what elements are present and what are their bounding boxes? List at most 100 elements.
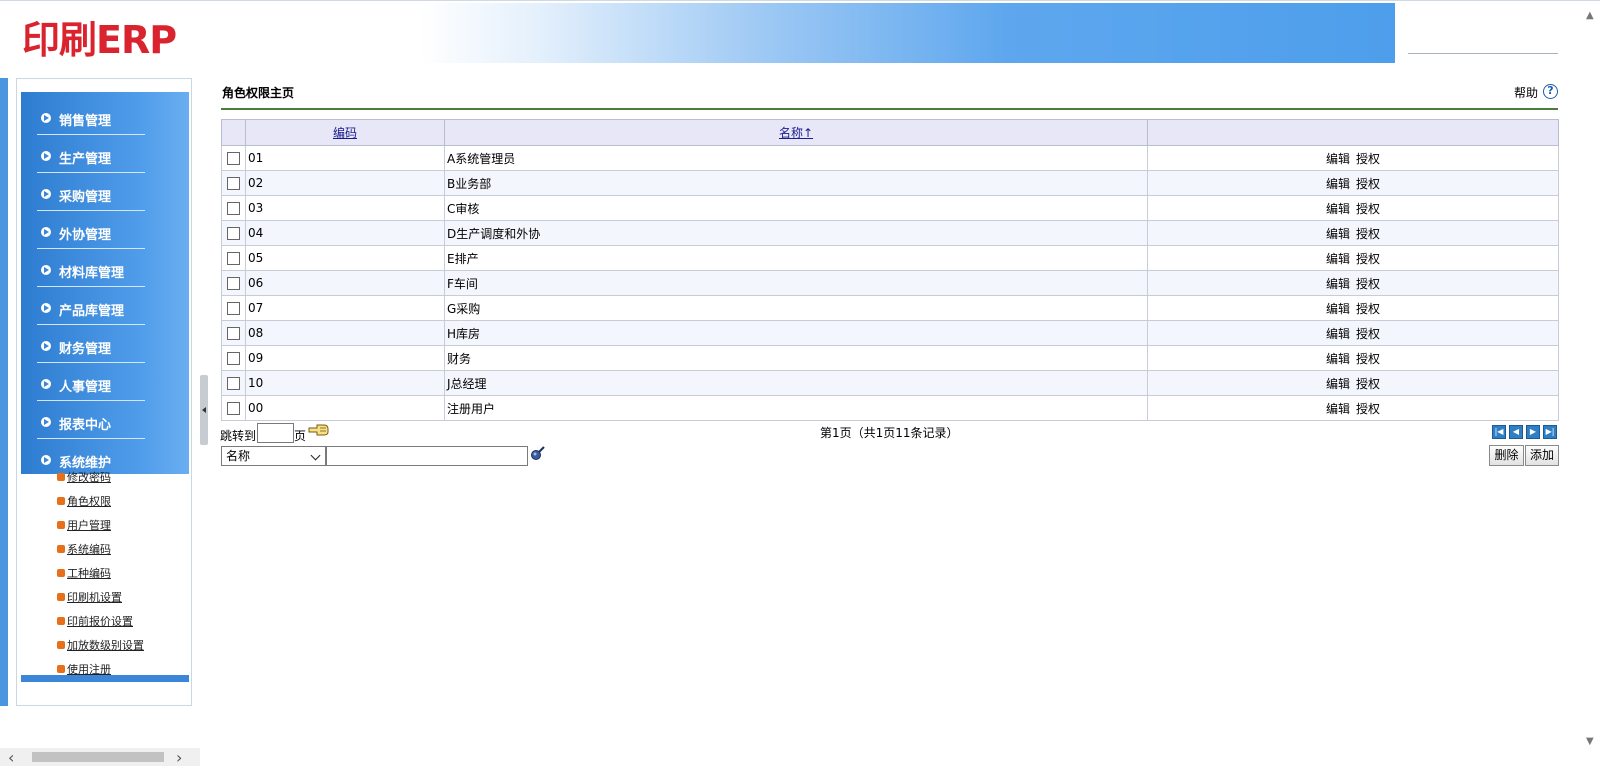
menu-item-label: 材料库管理 (59, 266, 125, 281)
app-header: 印刷ERP (0, 0, 1600, 64)
row-actions: 编辑 授权 (1147, 345, 1559, 371)
row-checkbox[interactable] (227, 352, 240, 365)
grant-link[interactable]: 授权 (1356, 277, 1380, 291)
row-checkbox[interactable] (227, 327, 240, 340)
sidebar-collapse-handle[interactable] (200, 375, 208, 445)
edit-link[interactable]: 编辑 (1326, 302, 1350, 316)
submenu-overage-level-settings[interactable]: 加放数级别设置 (57, 637, 144, 653)
search-icon[interactable] (530, 446, 546, 462)
edit-link[interactable]: 编辑 (1326, 402, 1350, 416)
scroll-left-icon[interactable]: ‹ (8, 748, 14, 766)
vertical-scrollbar[interactable]: ▲ ▼ (1582, 0, 1600, 766)
add-button[interactable]: 添加 (1525, 445, 1559, 466)
sidebar-panel: 销售管理 生产管理 采购管理 外协管理 材料库管理 产品库管理 财务管理 人事管… (16, 78, 192, 706)
grant-link[interactable]: 授权 (1356, 177, 1380, 191)
submenu-job-codes[interactable]: 工种编码 (57, 565, 111, 581)
help-link[interactable]: 帮助 (1514, 84, 1538, 101)
grant-link[interactable]: 授权 (1356, 302, 1380, 316)
row-name: H库房 (444, 320, 1148, 346)
help-icon[interactable]: ? (1543, 84, 1558, 99)
row-checkbox[interactable] (227, 152, 240, 165)
submenu-prepress-quote-settings[interactable]: 印前报价设置 (57, 613, 133, 629)
row-checkbox-cell (221, 170, 246, 196)
menu-item-production[interactable]: 生产管理 (37, 138, 145, 176)
table-row: 06 F车间 编辑 授权 (221, 270, 1559, 296)
row-checkbox[interactable] (227, 402, 240, 415)
arrow-bullet-icon (41, 341, 51, 351)
row-checkbox-cell (221, 345, 246, 371)
scroll-up-icon[interactable]: ▲ (1586, 10, 1594, 21)
edit-link[interactable]: 编辑 (1326, 177, 1350, 191)
header-name[interactable]: 名称↑ (444, 119, 1148, 146)
edit-link[interactable]: 编辑 (1326, 327, 1350, 341)
last-page-icon[interactable]: ▶| (1543, 425, 1557, 439)
menu-item-hr[interactable]: 人事管理 (37, 366, 145, 404)
row-name: G采购 (444, 295, 1148, 321)
row-actions: 编辑 授权 (1147, 195, 1559, 221)
header-divider (1408, 53, 1558, 54)
menu-item-label: 报表中心 (59, 418, 112, 433)
first-page-icon[interactable]: |◀ (1492, 425, 1506, 439)
prev-page-icon[interactable]: ◀ (1509, 425, 1523, 439)
next-page-icon[interactable]: ▶ (1526, 425, 1540, 439)
menu-item-sales[interactable]: 销售管理 (37, 100, 145, 138)
edit-link[interactable]: 编辑 (1326, 202, 1350, 216)
grant-link[interactable]: 授权 (1356, 352, 1380, 366)
edit-link[interactable]: 编辑 (1326, 152, 1350, 166)
row-actions: 编辑 授权 (1147, 295, 1559, 321)
grant-link[interactable]: 授权 (1356, 202, 1380, 216)
menu-item-label: 生产管理 (59, 152, 112, 167)
search-input[interactable] (326, 446, 528, 466)
edit-link[interactable]: 编辑 (1326, 352, 1350, 366)
header-code[interactable]: 编码 (245, 119, 445, 146)
submenu-role-permission[interactable]: 角色权限 (57, 493, 111, 509)
row-checkbox[interactable] (227, 177, 240, 190)
submenu-system-codes[interactable]: 系统编码 (57, 541, 111, 557)
scroll-right-icon[interactable]: › (176, 748, 182, 766)
row-checkbox[interactable] (227, 252, 240, 265)
menu-item-material-stock[interactable]: 材料库管理 (37, 252, 145, 290)
grant-link[interactable]: 授权 (1356, 252, 1380, 266)
edit-link[interactable]: 编辑 (1326, 227, 1350, 241)
sort-by-code-link[interactable]: 编码 (333, 126, 357, 140)
table-row: 02 B业务部 编辑 授权 (221, 170, 1559, 196)
menu-item-product-stock[interactable]: 产品库管理 (37, 290, 145, 328)
row-checkbox[interactable] (227, 277, 240, 290)
sort-by-name-link[interactable]: 名称↑ (779, 126, 813, 140)
row-name: E排产 (444, 245, 1148, 271)
edit-link[interactable]: 编辑 (1326, 377, 1350, 391)
scroll-down-icon[interactable]: ▼ (1586, 736, 1594, 747)
bullet-icon (57, 641, 65, 649)
grant-link[interactable]: 授权 (1356, 402, 1380, 416)
row-checkbox-cell (221, 270, 246, 296)
title-divider (221, 108, 1558, 110)
row-checkbox[interactable] (227, 302, 240, 315)
submenu-change-password[interactable]: 修改密码 (57, 469, 111, 485)
grant-link[interactable]: 授权 (1356, 327, 1380, 341)
menu-item-reports[interactable]: 报表中心 (37, 404, 145, 442)
submenu-user-management[interactable]: 用户管理 (57, 517, 111, 533)
grant-link[interactable]: 授权 (1356, 152, 1380, 166)
menu-item-purchasing[interactable]: 采购管理 (37, 176, 145, 214)
delete-button[interactable]: 删除 (1489, 445, 1524, 466)
edit-link[interactable]: 编辑 (1326, 277, 1350, 291)
row-checkbox-cell (221, 220, 246, 246)
edit-link[interactable]: 编辑 (1326, 252, 1350, 266)
arrow-bullet-icon (41, 227, 51, 237)
menu-item-outsourcing[interactable]: 外协管理 (37, 214, 145, 252)
table-row: 03 C审核 编辑 授权 (221, 195, 1559, 221)
jump-page-input[interactable] (257, 423, 294, 443)
submenu-press-settings[interactable]: 印刷机设置 (57, 589, 122, 605)
search-field-select[interactable]: 名称 (221, 446, 326, 466)
horizontal-scrollbar[interactable]: ‹ › (0, 748, 200, 766)
grant-link[interactable]: 授权 (1356, 377, 1380, 391)
scrollbar-thumb[interactable] (32, 752, 164, 762)
menu-item-finance[interactable]: 财务管理 (37, 328, 145, 366)
roles-table: 编码 名称↑ 01 A系统管理员 编辑 授权 02 B业务部 编辑 授权 03 C审核 编辑 授权 04… (221, 119, 1559, 421)
row-checkbox[interactable] (227, 227, 240, 240)
go-pointing-hand-icon[interactable] (308, 424, 330, 436)
grant-link[interactable]: 授权 (1356, 227, 1380, 241)
row-code: 08 (245, 320, 445, 346)
row-checkbox[interactable] (227, 202, 240, 215)
row-checkbox[interactable] (227, 377, 240, 390)
